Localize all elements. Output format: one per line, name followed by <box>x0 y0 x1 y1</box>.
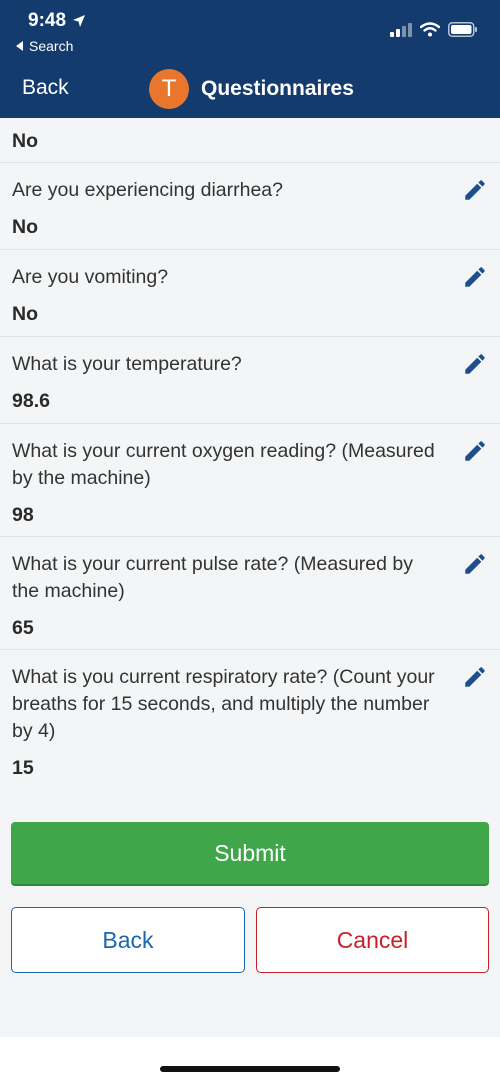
edit-pencil-icon[interactable] <box>462 264 488 290</box>
question-text: Are you vomiting? <box>12 266 169 288</box>
question-text: What is you current respiratory rate? (C… <box>12 666 435 742</box>
status-time: 9:48 <box>28 10 86 32</box>
previous-answer-row: No <box>0 118 500 163</box>
home-indicator[interactable] <box>160 1066 340 1072</box>
battery-icon <box>448 22 477 37</box>
status-indicators <box>390 22 478 37</box>
cancel-button[interactable]: Cancel <box>256 907 489 973</box>
status-time-text: 9:48 <box>28 10 67 31</box>
edit-pencil-icon[interactable] <box>462 438 488 464</box>
question-row: What is your current pulse rate? (Measur… <box>0 537 500 650</box>
question-text: What is your temperature? <box>12 353 242 375</box>
question-row: Are you vomiting? No <box>0 250 500 337</box>
nav-back-button[interactable]: Back <box>22 76 69 100</box>
avatar: T <box>149 69 189 109</box>
question-text: What is your current oxygen reading? (Me… <box>12 440 435 489</box>
question-row: Are you experiencing diarrhea? No <box>0 163 500 250</box>
edit-pencil-icon[interactable] <box>462 351 488 377</box>
answer-text: No <box>12 303 38 325</box>
wifi-icon <box>420 22 440 37</box>
edit-pencil-icon[interactable] <box>462 177 488 203</box>
location-arrow-icon <box>73 15 86 27</box>
back-button[interactable]: Back <box>11 907 245 973</box>
app-header: 9:48 Search Back T Questionnaires <box>0 0 500 118</box>
question-row: What is you current respiratory rate? (C… <box>0 650 500 790</box>
submit-button[interactable]: Submit <box>11 822 489 884</box>
previous-answer: No <box>12 130 38 152</box>
answer-text: 98 <box>12 504 34 526</box>
answer-text: No <box>12 216 38 238</box>
question-row: What is your current oxygen reading? (Me… <box>0 424 500 537</box>
answer-text: 15 <box>12 757 34 779</box>
signal-icon <box>390 22 412 37</box>
answer-text: 98.6 <box>12 390 50 412</box>
status-back-to-app[interactable]: Search <box>16 38 73 54</box>
question-text: What is your current pulse rate? (Measur… <box>12 553 414 602</box>
back-triangle-icon <box>16 41 23 51</box>
nav-title-group: T Questionnaires <box>149 69 354 109</box>
edit-pencil-icon[interactable] <box>462 664 488 690</box>
page-title: Questionnaires <box>201 77 354 100</box>
status-back-label: Search <box>29 38 74 54</box>
questionnaire-list: No Are you experiencing diarrhea? No Are… <box>0 118 500 790</box>
answer-text: 65 <box>12 617 34 639</box>
question-text: Are you experiencing diarrhea? <box>12 179 284 201</box>
question-row: What is your temperature? 98.6 <box>0 337 500 424</box>
edit-pencil-icon[interactable] <box>462 551 488 577</box>
bottom-safe-area <box>0 1037 500 1083</box>
